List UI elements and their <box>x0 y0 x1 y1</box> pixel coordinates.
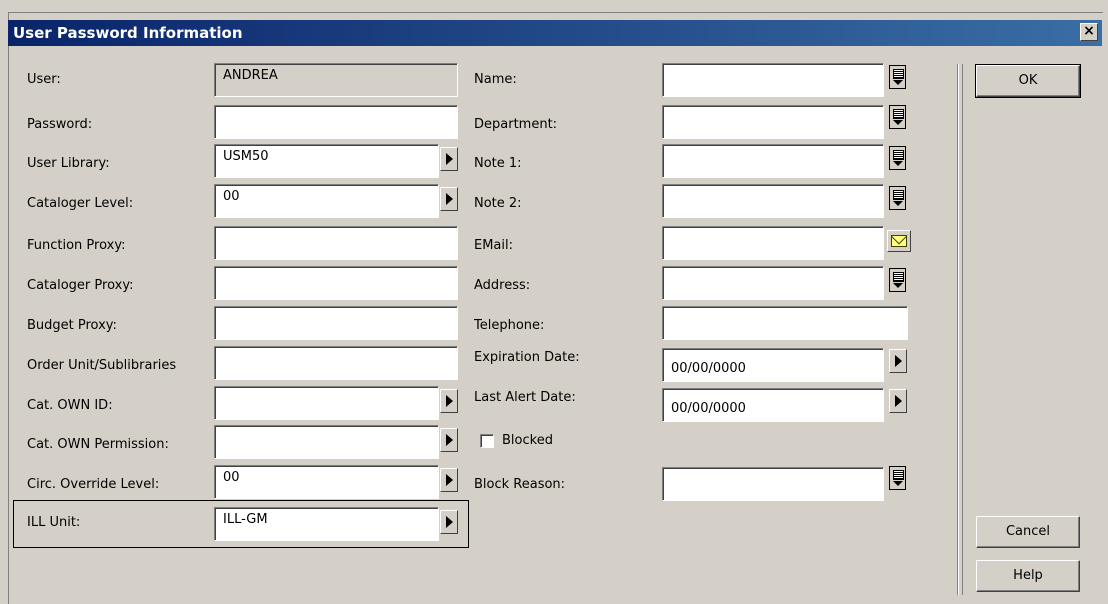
cataloger-level-field[interactable]: 00 <box>214 184 439 218</box>
close-button[interactable]: × <box>1080 23 1098 41</box>
ill-unit-field[interactable]: ILL-GM <box>214 507 439 541</box>
label-cat-own-id: Cat. OWN ID: <box>27 398 113 413</box>
telephone-field[interactable] <box>662 306 908 340</box>
arrow-right-icon <box>446 193 453 205</box>
function-proxy-field[interactable] <box>214 226 458 260</box>
arrow-right-icon <box>446 516 453 528</box>
chevron-down-icon <box>893 120 903 125</box>
arrow-right-icon <box>446 474 453 486</box>
cat-own-permission-field[interactable] <box>214 425 439 459</box>
vertical-separator <box>957 64 963 595</box>
envelope-icon <box>891 235 907 247</box>
label-note-1: Note 1: <box>474 156 522 171</box>
department-list-button[interactable] <box>889 105 906 129</box>
label-blocked: Blocked <box>502 433 553 448</box>
chevron-down-icon <box>893 481 903 486</box>
dialog-title: User Password Information <box>13 24 243 42</box>
label-block-reason: Block Reason: <box>474 477 566 492</box>
address-field[interactable] <box>662 266 884 300</box>
title-bar: User Password Information × <box>8 20 1102 46</box>
label-name: Name: <box>474 72 517 87</box>
cataloger-level-button[interactable] <box>440 187 458 211</box>
address-list-button[interactable] <box>889 268 906 292</box>
last-alert-date-field[interactable]: 00/00/0000 <box>662 388 884 422</box>
label-expiration-date: Expiration Date: <box>474 350 580 365</box>
chevron-down-icon <box>893 80 903 85</box>
budget-proxy-field[interactable] <box>214 306 458 340</box>
note-2-field[interactable] <box>662 184 884 218</box>
arrow-right-icon <box>895 395 902 407</box>
user-library-field[interactable]: USM50 <box>214 144 439 178</box>
list-picker-icon <box>893 272 904 282</box>
chevron-down-icon <box>893 201 903 206</box>
cataloger-proxy-field[interactable] <box>214 266 458 300</box>
note-1-list-button[interactable] <box>889 146 906 170</box>
name-field[interactable] <box>662 63 884 97</box>
name-list-button[interactable] <box>889 65 906 89</box>
expiration-date-field[interactable]: 00/00/0000 <box>662 348 884 382</box>
arrow-right-icon <box>446 434 453 446</box>
last-alert-date-button[interactable] <box>889 389 907 413</box>
arrow-right-icon <box>446 395 453 407</box>
user-field: ANDREA <box>214 63 458 97</box>
cat-own-id-field[interactable] <box>214 386 439 420</box>
label-user: User: <box>27 72 61 87</box>
ill-unit-button[interactable] <box>440 510 458 534</box>
expiration-date-button[interactable] <box>889 349 907 373</box>
label-department: Department: <box>474 117 558 132</box>
circ-override-level-button[interactable] <box>440 468 458 492</box>
label-cataloger-proxy: Cataloger Proxy: <box>27 278 134 293</box>
chevron-down-icon <box>893 283 903 288</box>
label-cataloger-level: Cataloger Level: <box>27 196 134 211</box>
list-picker-icon <box>893 190 904 200</box>
label-password: Password: <box>27 117 93 132</box>
help-button[interactable]: Help <box>976 560 1080 592</box>
label-ill-unit: ILL Unit: <box>27 515 81 530</box>
label-telephone: Telephone: <box>474 318 545 333</box>
arrow-right-icon <box>446 153 453 165</box>
label-note-2: Note 2: <box>474 196 522 211</box>
cat-own-permission-button[interactable] <box>440 428 458 452</box>
close-icon: × <box>1083 23 1095 39</box>
list-picker-icon <box>893 69 904 79</box>
chevron-down-icon <box>893 161 903 166</box>
email-field[interactable] <box>662 226 884 260</box>
block-reason-list-button[interactable] <box>889 466 906 490</box>
label-last-alert-date: Last Alert Date: <box>474 390 576 405</box>
list-picker-icon <box>893 150 904 160</box>
blocked-checkbox[interactable] <box>480 434 494 448</box>
label-email: EMail: <box>474 238 513 253</box>
block-reason-field[interactable] <box>662 467 884 501</box>
label-cat-own-permission: Cat. OWN Permission: <box>27 437 169 452</box>
cancel-button[interactable]: Cancel <box>976 516 1080 548</box>
cat-own-id-button[interactable] <box>440 389 458 413</box>
label-order-unit: Order Unit/Sublibraries <box>27 358 177 373</box>
ok-button[interactable]: OK <box>975 64 1081 98</box>
label-user-library: User Library: <box>27 156 110 171</box>
note-1-field[interactable] <box>662 144 884 178</box>
arrow-right-icon <box>895 355 902 367</box>
user-library-button[interactable] <box>440 147 458 171</box>
list-picker-icon <box>893 109 904 119</box>
list-picker-icon <box>893 470 904 480</box>
department-field[interactable] <box>662 105 884 139</box>
note-2-list-button[interactable] <box>889 186 906 210</box>
label-function-proxy: Function Proxy: <box>27 238 126 253</box>
circ-override-level-field[interactable]: 00 <box>214 465 439 499</box>
label-address: Address: <box>474 278 531 293</box>
password-field[interactable] <box>214 105 458 139</box>
order-unit-field[interactable] <box>214 346 458 380</box>
email-button[interactable] <box>887 230 911 252</box>
label-circ-override-level: Circ. Override Level: <box>27 477 160 492</box>
label-budget-proxy: Budget Proxy: <box>27 318 117 333</box>
